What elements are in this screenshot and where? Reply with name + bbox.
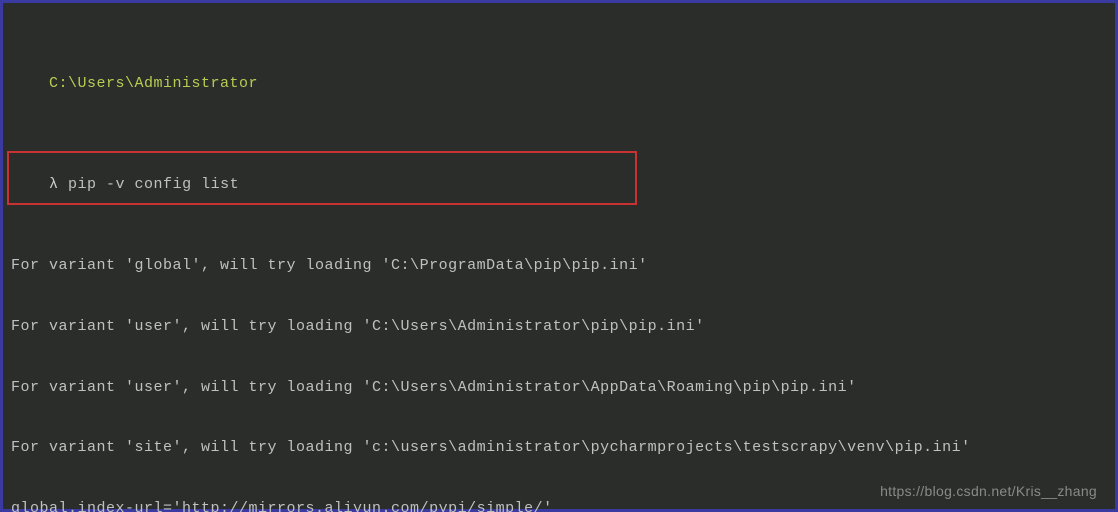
command-1: pip -v config list: [68, 176, 239, 193]
watermark-text: https://blog.csdn.net/Kris__zhang: [880, 483, 1097, 499]
output-line: For variant 'global', will try loading '…: [11, 256, 1107, 276]
output-line: For variant 'user', will try loading 'C:…: [11, 317, 1107, 337]
output-line: For variant 'site', will try loading 'c:…: [11, 438, 1107, 458]
output-line: For variant 'user', will try loading 'C:…: [11, 378, 1107, 398]
output-line: global.index-url='http://mirrors.aliyun.…: [11, 499, 1107, 512]
prompt-path-1: C:\Users\Administrator: [49, 75, 258, 92]
terminal-area[interactable]: C:\Users\Administrator λ pip -v config l…: [3, 3, 1115, 512]
prompt-symbol-1: λ: [49, 176, 59, 193]
